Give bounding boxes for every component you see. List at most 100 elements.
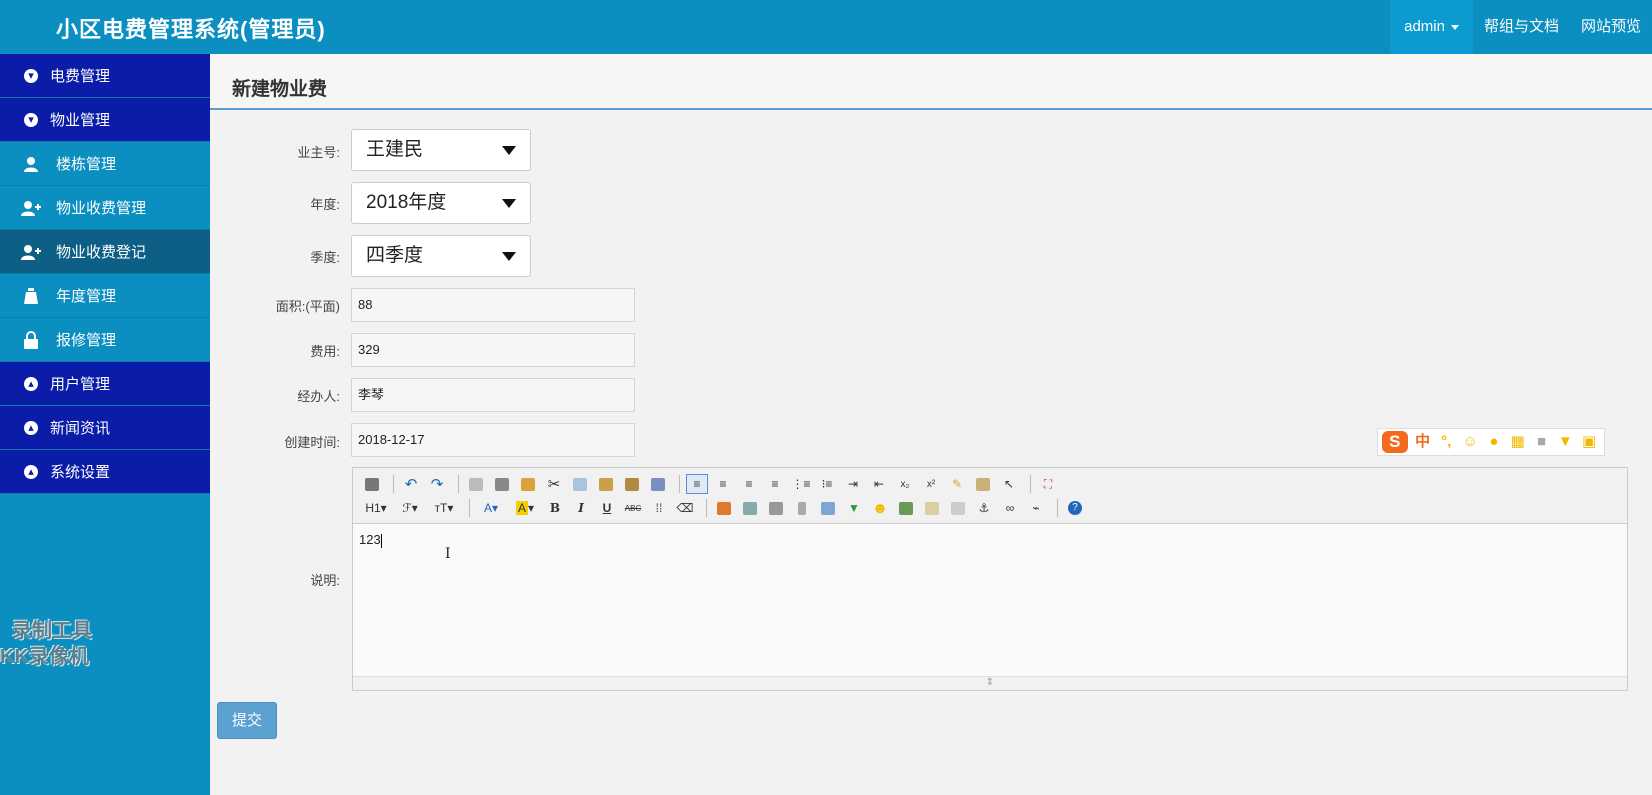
unordered-list-icon[interactable]: ⁝≡ — [816, 474, 838, 494]
paste-word-icon[interactable] — [647, 474, 669, 494]
sidebar-item-news[interactable]: ▴ 新闻资讯 — [0, 406, 210, 450]
emoji-icon[interactable]: ☺ — [1461, 433, 1479, 451]
print-icon[interactable] — [491, 474, 513, 494]
sidebar-item-users[interactable]: ▴ 用户管理 — [0, 362, 210, 406]
align-center-icon[interactable]: ≡ — [712, 474, 734, 494]
menu-grid-icon[interactable]: ▣ — [1580, 433, 1598, 451]
pointer-icon[interactable]: ↖ — [998, 474, 1020, 494]
underline-button[interactable]: U — [596, 498, 618, 518]
editor-content[interactable]: 123 I — [353, 524, 1627, 676]
copy-icon[interactable] — [569, 474, 591, 494]
season-select[interactable]: 四季度 — [351, 235, 531, 277]
sidebar-item-repair[interactable]: 报修管理 — [0, 318, 210, 362]
select-all-icon[interactable] — [972, 474, 994, 494]
sidebar-item-year-manage[interactable]: 年度管理 — [0, 274, 210, 318]
paste-text-icon[interactable] — [621, 474, 643, 494]
arrow-up-circle-icon: ▴ — [24, 420, 38, 435]
keyboard-icon[interactable]: ▦ — [1509, 433, 1527, 451]
line-height-icon[interactable]: ⁞⁞ — [648, 498, 670, 518]
punctuation-icon[interactable]: °, — [1437, 433, 1455, 451]
align-justify-icon[interactable]: ≡ — [764, 474, 786, 494]
arrow-down-circle-icon: ▾ — [24, 68, 38, 83]
submit-button[interactable]: 提交 — [217, 702, 277, 739]
insert-picture-icon[interactable] — [895, 498, 917, 518]
anchor-icon[interactable]: ⚓ — [973, 498, 995, 518]
rich-text-editor: ↶ ↷ ✂ ≡ ≡ ≡ ≡ ⋮≡ ⁝≡ ⇥ ⇤ x₂ x² ✎ ↖ ⛶ H1 ▾… — [352, 467, 1628, 691]
user-menu[interactable]: admin — [1390, 0, 1473, 54]
page-title: 新建物业费 — [232, 79, 328, 100]
toolbar-separator — [1057, 499, 1058, 517]
skin-icon[interactable]: ▼ — [1556, 433, 1574, 451]
sidebar-item-property-fee-manage[interactable]: 物业收费管理 — [0, 186, 210, 230]
template-icon[interactable] — [517, 474, 539, 494]
caret-down-icon — [502, 146, 516, 155]
attachment-icon[interactable] — [791, 498, 813, 518]
year-select[interactable]: 2018年度 — [351, 182, 531, 224]
redo-icon[interactable]: ↷ — [426, 474, 448, 494]
season-label: 季度: — [310, 250, 340, 265]
subscript-icon[interactable]: x₂ — [894, 474, 916, 494]
text-cursor-icon: I — [445, 546, 451, 562]
emoticon-icon[interactable]: ☻ — [869, 498, 891, 518]
paste-icon[interactable] — [595, 474, 617, 494]
toolbar-separator — [469, 499, 470, 517]
insert-flash-icon[interactable] — [739, 498, 761, 518]
fullscreen-icon[interactable]: ⛶ — [1037, 474, 1059, 494]
area-input[interactable]: 88 — [351, 288, 635, 322]
help-docs-link[interactable]: 帮组与文档 — [1473, 0, 1570, 54]
sidebar-item-electricity[interactable]: ▾ 电费管理 — [0, 54, 210, 98]
heading-dropdown[interactable]: H1 ▾ — [361, 498, 391, 518]
microphone-icon[interactable]: ● — [1485, 433, 1503, 451]
highlight-color-icon[interactable]: A ▾ — [510, 498, 540, 518]
clear-format-icon[interactable]: ✎ — [946, 474, 968, 494]
insert-image-icon[interactable] — [713, 498, 735, 518]
strikethrough-button[interactable]: ABC — [622, 498, 644, 518]
align-left-icon[interactable]: ≡ — [686, 474, 708, 494]
font-color-icon[interactable]: A▾ — [476, 498, 506, 518]
owner-select[interactable]: 王建民 — [351, 129, 531, 171]
cut-icon[interactable]: ✂ — [543, 474, 565, 494]
eraser-icon[interactable]: ⌫ — [674, 498, 696, 518]
align-right-icon[interactable]: ≡ — [738, 474, 760, 494]
sidebar-item-label: 用户管理 — [50, 376, 111, 393]
undo-icon[interactable]: ↶ — [400, 474, 422, 494]
editor-resize-handle[interactable]: ⇕ — [353, 676, 1627, 690]
sogou-logo: S — [1382, 431, 1408, 453]
superscript-icon[interactable]: x² — [920, 474, 942, 494]
sidebar-item-property[interactable]: ▾ 物业管理 — [0, 98, 210, 142]
sidebar-item-label: 物业收费管理 — [56, 200, 147, 217]
italic-button[interactable]: I — [570, 498, 592, 518]
bold-button[interactable]: B — [544, 498, 566, 518]
fee-label: 费用: — [310, 344, 340, 359]
site-preview-link[interactable]: 网站预览 — [1570, 0, 1652, 54]
insert-hr-icon[interactable]: ▼ — [843, 498, 865, 518]
pagebreak-icon[interactable] — [947, 498, 969, 518]
font-family-dropdown[interactable]: ℱ ▾ — [395, 498, 425, 518]
link-icon[interactable]: ∞ — [999, 498, 1021, 518]
source-icon[interactable] — [361, 474, 383, 494]
outdent-icon[interactable]: ⇤ — [868, 474, 890, 494]
fee-input[interactable]: 329 — [351, 333, 635, 367]
sidebar-item-settings[interactable]: ▴ 系统设置 — [0, 450, 210, 494]
sidebar-item-label: 物业管理 — [50, 112, 111, 129]
font-size-dropdown[interactable]: тT ▾ — [429, 498, 459, 518]
unlink-icon[interactable]: ⌁ — [1025, 498, 1047, 518]
description-label: 说明: — [310, 573, 340, 588]
money-bag-icon — [20, 287, 42, 305]
toolbox-icon[interactable]: ■ — [1533, 433, 1551, 451]
ordered-list-icon[interactable]: ⋮≡ — [790, 474, 812, 494]
sidebar-item-label: 报修管理 — [56, 332, 117, 349]
created-time-input[interactable]: 2018-12-17 — [351, 423, 635, 457]
insert-table-icon[interactable] — [817, 498, 839, 518]
ime-toolbar[interactable]: S 中 °, ☺ ● ▦ ■ ▼ ▣ — [1377, 428, 1605, 456]
preview-icon[interactable] — [465, 474, 487, 494]
help-icon[interactable]: ? — [1064, 498, 1086, 518]
sidebar-item-buildings[interactable]: 楼栋管理 — [0, 142, 210, 186]
sidebar-item-property-fee-register[interactable]: 物业收费登记 — [0, 230, 210, 274]
header-nav: admin 帮组与文档 网站预览 — [1390, 0, 1652, 54]
code-icon[interactable] — [921, 498, 943, 518]
indent-icon[interactable]: ⇥ — [842, 474, 864, 494]
insert-media-icon[interactable] — [765, 498, 787, 518]
ime-mode[interactable]: 中 — [1414, 433, 1432, 451]
handler-input[interactable]: 李琴 — [351, 378, 635, 412]
